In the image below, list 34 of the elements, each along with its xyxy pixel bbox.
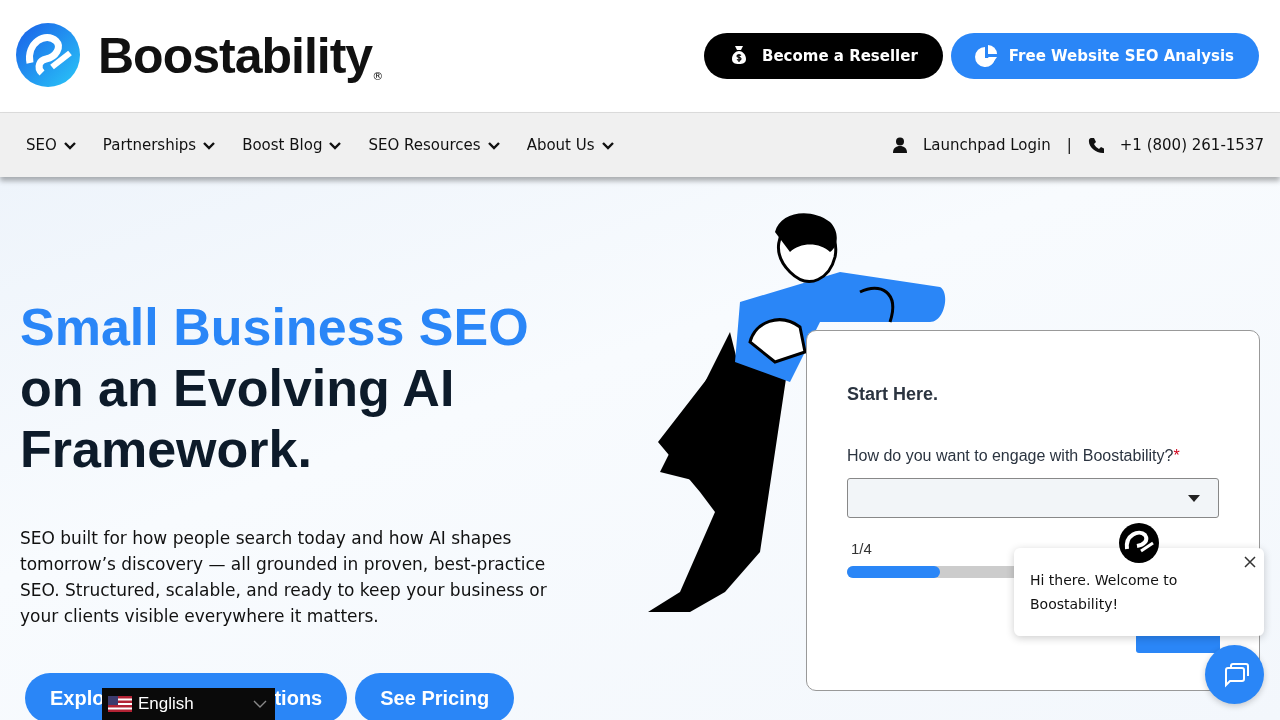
chat-message: Hi there. Welcome to Boostability! <box>1030 571 1179 614</box>
chevron-down-icon <box>253 700 267 708</box>
hero-description: SEO built for how people search today and how AI shapes tomorrow’s discovery — all grounded in proven, best-practice SEO. Structured, scalable, and ready to keep your business or your clients visible everywhere it matters. <box>20 527 548 628</box>
nav-link[interactable]: About Us <box>526 133 615 157</box>
nav-link[interactable]: Partnerships <box>102 133 217 157</box>
close-button[interactable] <box>1242 554 1258 570</box>
pie-chart-icon <box>974 45 997 67</box>
seo-analysis-button[interactable]: Free Website SEO Analysis <box>950 33 1259 79</box>
form-title: Start Here. <box>847 383 940 406</box>
logo-icon <box>16 23 82 89</box>
dropdown-arrow-icon <box>1188 494 1200 502</box>
phone-link[interactable]: +1 (800) 261-1537 <box>1119 133 1264 157</box>
logo-text: Boostability <box>98 31 373 81</box>
required-mark: * <box>1173 446 1180 466</box>
form-question: How do you want to engage with Boostability? <box>847 446 1174 466</box>
user-icon <box>892 137 907 153</box>
language-label: English <box>138 693 195 716</box>
nav-link[interactable]: Boost Blog <box>242 133 343 157</box>
hero-button[interactable]: See Pricing <box>355 673 515 720</box>
separator: | <box>1066 134 1072 156</box>
language-selector[interactable]: English <box>102 688 275 720</box>
nav-link[interactable]: SEO Resources <box>368 133 501 157</box>
headline-highlight: Small Business SEO <box>20 297 530 358</box>
reseller-button[interactable]: Become a Reseller <box>703 33 943 79</box>
login-link[interactable]: Launchpad Login <box>922 133 1051 157</box>
us-flag-icon <box>108 696 132 712</box>
headline: on an Evolving AI Framework. <box>20 358 456 480</box>
chat-button[interactable] <box>1205 645 1264 704</box>
phone-icon <box>1087 137 1104 153</box>
close-icon <box>1244 556 1256 568</box>
nav-link[interactable]: SEO <box>26 133 77 157</box>
step-counter: 1/4 <box>851 539 872 559</box>
select-field[interactable] <box>847 478 1219 518</box>
registered-mark: ® <box>372 69 384 85</box>
